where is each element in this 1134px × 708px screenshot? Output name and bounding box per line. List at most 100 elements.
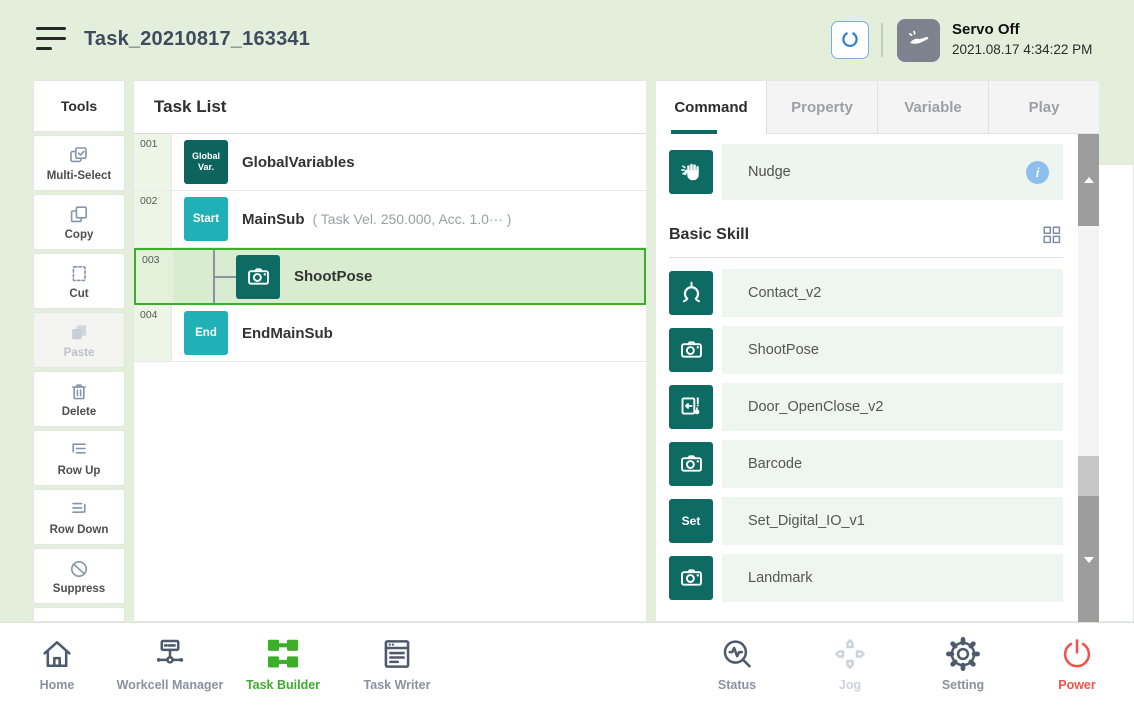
- gripper-icon: [838, 28, 862, 52]
- tree-connector: [213, 276, 236, 278]
- tool-button-paste: Paste: [33, 312, 125, 368]
- command-label: Barcode: [748, 456, 802, 472]
- tool-button-multi-select[interactable]: Multi-Select: [33, 135, 125, 191]
- section-divider: [669, 257, 1063, 258]
- camera-icon: [236, 255, 280, 299]
- command-annotation: ( Task Vel. 250.000, Acc. 1.0··· ): [313, 211, 512, 227]
- nudge-strip: Nudge i: [722, 144, 1063, 200]
- tool-button-copy[interactable]: Copy: [33, 194, 125, 250]
- scroll-up-button[interactable]: [1078, 134, 1099, 226]
- section-title: Basic Skill: [669, 226, 749, 244]
- nav-item-task-builder[interactable]: Task Builder: [218, 635, 348, 692]
- servo-status: Servo Off: [952, 21, 1092, 38]
- set-badge: Set: [669, 499, 713, 543]
- command-label: ShootPose: [748, 342, 819, 358]
- grid-view-icon[interactable]: [1041, 224, 1063, 246]
- tool-button-partial: [33, 607, 125, 622]
- skill-item-barcode[interactable]: Barcode: [669, 435, 1078, 492]
- skill-item-door-openclose-v2[interactable]: Door_OpenClose_v2: [669, 378, 1078, 435]
- tool-button-delete[interactable]: Delete: [33, 371, 125, 427]
- suppress-icon: [67, 557, 91, 581]
- task-row-endmainsub[interactable]: 004 End EndMainSub: [134, 305, 646, 362]
- skill-item-landmark[interactable]: Landmark: [669, 549, 1078, 606]
- nav-item-task-writer[interactable]: Task Writer: [332, 635, 462, 692]
- skill-item-set-digital-io-v1[interactable]: Set Set_Digital_IO_v1: [669, 492, 1078, 549]
- nudge-hand-icon: [669, 150, 713, 194]
- task-row-shootpose[interactable]: 003 ShootPose: [134, 248, 646, 305]
- setting-icon: [944, 635, 982, 673]
- servo-status-block: Servo Off 2021.08.17 4:34:22 PM: [952, 21, 1092, 57]
- basic-skill-header: Basic Skill: [669, 224, 1078, 246]
- home-icon: [38, 635, 76, 673]
- door-icon: [669, 385, 713, 429]
- copy-icon: [67, 203, 91, 227]
- task-row-mainsub[interactable]: 002 Start MainSub ( Task Vel. 250.000, Acc…: [134, 191, 646, 248]
- delete-icon: [67, 380, 91, 404]
- tab-variable[interactable]: Variable: [877, 81, 988, 134]
- command-list: Nudge i Basic Skill Contact_v2 ShootPose…: [656, 134, 1078, 621]
- camera-icon: [669, 328, 713, 372]
- command-label: ShootPose: [294, 268, 372, 285]
- scrollbar-thumb[interactable]: [1078, 456, 1099, 496]
- manual-mode-button[interactable]: [897, 19, 940, 62]
- gripper-button[interactable]: [831, 21, 869, 59]
- command-scrollbar[interactable]: [1078, 134, 1099, 621]
- scroll-down-button[interactable]: [1078, 496, 1099, 623]
- hamburger-menu-icon[interactable]: [36, 27, 66, 52]
- skill-item-contact-v2[interactable]: Contact_v2: [669, 264, 1078, 321]
- command-label: MainSub: [242, 211, 305, 228]
- nav-item-jog: Jog: [785, 635, 915, 692]
- camera-icon: [669, 556, 713, 600]
- tab-command[interactable]: Command: [656, 81, 766, 134]
- nav-item-workcell-manager[interactable]: Workcell Manager: [105, 635, 235, 692]
- task-builder-icon: [264, 635, 302, 673]
- datetime: 2021.08.17 4:34:22 PM: [952, 42, 1092, 57]
- tools-column: Tools Multi-Select Copy Cut Paste Delete…: [33, 80, 125, 132]
- tab-row-spacer: [1097, 80, 1133, 165]
- nav-item-home[interactable]: Home: [0, 635, 122, 692]
- top-divider: [881, 23, 883, 57]
- command-label: Door_OpenClose_v2: [748, 399, 883, 415]
- bottom-navigation: Home Workcell Manager Task Builder Task …: [0, 622, 1134, 708]
- task-list-title: Task List: [134, 81, 646, 134]
- task-list-panel: Task List 001 Global Var. GlobalVariables…: [133, 80, 647, 622]
- multi-select-icon: [67, 144, 91, 168]
- jog-icon: [831, 635, 869, 673]
- row-number: 004: [134, 305, 172, 361]
- paste-icon: [67, 321, 91, 345]
- nav-item-status[interactable]: Status: [672, 635, 802, 692]
- tool-button-suppress[interactable]: Suppress: [33, 548, 125, 604]
- nav-item-setting[interactable]: Setting: [898, 635, 1028, 692]
- tool-button-cut[interactable]: Cut: [33, 253, 125, 309]
- scroll-down-icon: [1084, 557, 1094, 563]
- status-icon: [718, 635, 756, 673]
- command-type-badge: End: [184, 311, 228, 355]
- top-bar: Task_20210817_163341 Servo Off 2021.08.1…: [0, 0, 1134, 78]
- command-label: GlobalVariables: [242, 154, 355, 171]
- tool-button-row-up[interactable]: Row Up: [33, 430, 125, 486]
- command-label: Nudge: [748, 164, 1026, 180]
- tab-property[interactable]: Property: [766, 81, 877, 134]
- command-label: Set_Digital_IO_v1: [748, 513, 865, 529]
- task-row-globalvariables[interactable]: 001 Global Var. GlobalVariables: [134, 134, 646, 191]
- command-type-badge: Start: [184, 197, 228, 241]
- nav-item-power[interactable]: Power: [1012, 635, 1134, 692]
- command-panel: CommandPropertyVariablePlay Nudge i Basi…: [655, 80, 1134, 622]
- row-number: 001: [134, 134, 172, 190]
- page-title: Task_20210817_163341: [84, 28, 310, 51]
- info-icon[interactable]: i: [1026, 161, 1049, 184]
- command-label: Landmark: [748, 570, 812, 586]
- command-item-nudge[interactable]: Nudge i: [669, 144, 1078, 200]
- skill-item-shootpose[interactable]: ShootPose: [669, 321, 1078, 378]
- contact-icon: [669, 271, 713, 315]
- tool-button-row-down[interactable]: Row Down: [33, 489, 125, 545]
- command-label: EndMainSub: [242, 325, 333, 342]
- swipe-hand-icon: [905, 27, 932, 54]
- row-number: 002: [134, 191, 172, 247]
- command-label: Contact_v2: [748, 285, 821, 301]
- row-up-icon: [67, 439, 91, 463]
- tab-play[interactable]: Play: [988, 81, 1099, 134]
- command-type-badge: Global Var.: [184, 140, 228, 184]
- command-panel-tabs: CommandPropertyVariablePlay: [656, 81, 1099, 134]
- scroll-up-icon: [1084, 177, 1094, 183]
